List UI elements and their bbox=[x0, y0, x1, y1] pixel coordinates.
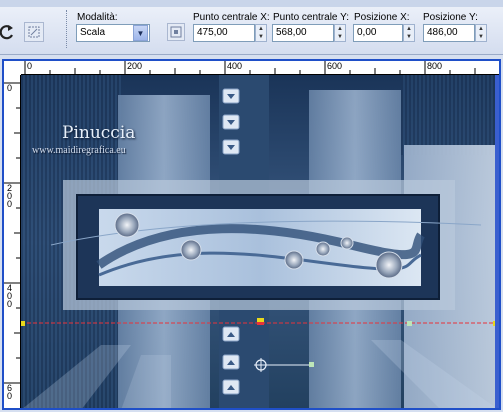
ruler-v-label: 0 bbox=[7, 83, 13, 93]
ruler-h-label: 0 bbox=[27, 61, 33, 71]
vertical-ruler[interactable]: 0 2 0 0 4 0 0 6 0 bbox=[4, 75, 21, 408]
ruler-v-label: 4 0 0 bbox=[7, 283, 13, 309]
center-x-value: 475,00 bbox=[197, 27, 228, 38]
position-x-label: Posizione X: bbox=[354, 12, 410, 23]
ruler-h-label: 800 bbox=[427, 61, 443, 71]
ruler-h-label: 600 bbox=[327, 61, 343, 71]
center-point-icon[interactable] bbox=[167, 23, 185, 41]
center-x-label: Punto centrale X: bbox=[193, 12, 270, 23]
artwork-title: Pinuccia bbox=[62, 123, 136, 143]
ruler-h-label: 200 bbox=[127, 61, 143, 71]
ruler-v-label: 6 0 bbox=[7, 383, 13, 401]
center-x-spinner[interactable]: ▲ ▼ bbox=[255, 24, 267, 42]
position-x-spinner[interactable]: ▲ ▼ bbox=[403, 24, 415, 42]
image-window: 0 200 400 600 800 0 2 0 0 4 0 0 6 0 Pinu… bbox=[2, 59, 501, 410]
center-y-input[interactable]: 568,00 bbox=[272, 24, 334, 42]
image-canvas[interactable]: Pinuccia www.maidiregrafica.eu bbox=[21, 75, 499, 408]
ruler-h-label: 400 bbox=[227, 61, 243, 71]
toolbar-grip[interactable] bbox=[66, 10, 69, 48]
rotate-icon[interactable] bbox=[0, 22, 14, 42]
center-y-value: 568,00 bbox=[276, 27, 307, 38]
position-x-input[interactable]: 0,00 bbox=[353, 24, 403, 42]
position-y-spinner[interactable]: ▲ ▼ bbox=[475, 24, 487, 42]
position-x-value: 0,00 bbox=[357, 27, 377, 38]
mode-select-value: Scala bbox=[80, 27, 106, 38]
artwork-subtitle: www.maidiregrafica.eu bbox=[32, 145, 126, 156]
center-x-input[interactable]: 475,00 bbox=[193, 24, 255, 42]
reset-transform-icon[interactable] bbox=[24, 22, 44, 42]
mode-label: Modalità: bbox=[77, 12, 118, 23]
position-y-value: 486,00 bbox=[427, 27, 458, 38]
ruler-ticks-v bbox=[4, 82, 21, 384]
horizontal-ruler[interactable]: 0 200 400 600 800 bbox=[21, 61, 499, 75]
center-y-label: Punto centrale Y: bbox=[273, 12, 349, 23]
center-y-spinner[interactable]: ▲ ▼ bbox=[334, 24, 346, 42]
chevron-down-icon[interactable]: ▼ bbox=[133, 25, 148, 41]
top-strip bbox=[0, 0, 503, 7]
window-scrollbar[interactable] bbox=[495, 75, 499, 408]
position-y-input[interactable]: 486,00 bbox=[423, 24, 475, 42]
position-y-label: Posizione Y: bbox=[423, 12, 478, 23]
ruler-v-label: 2 0 0 bbox=[7, 183, 13, 209]
tool-options-bar: Modalità: Scala ▼ Punto centrale X: 475,… bbox=[0, 0, 503, 55]
